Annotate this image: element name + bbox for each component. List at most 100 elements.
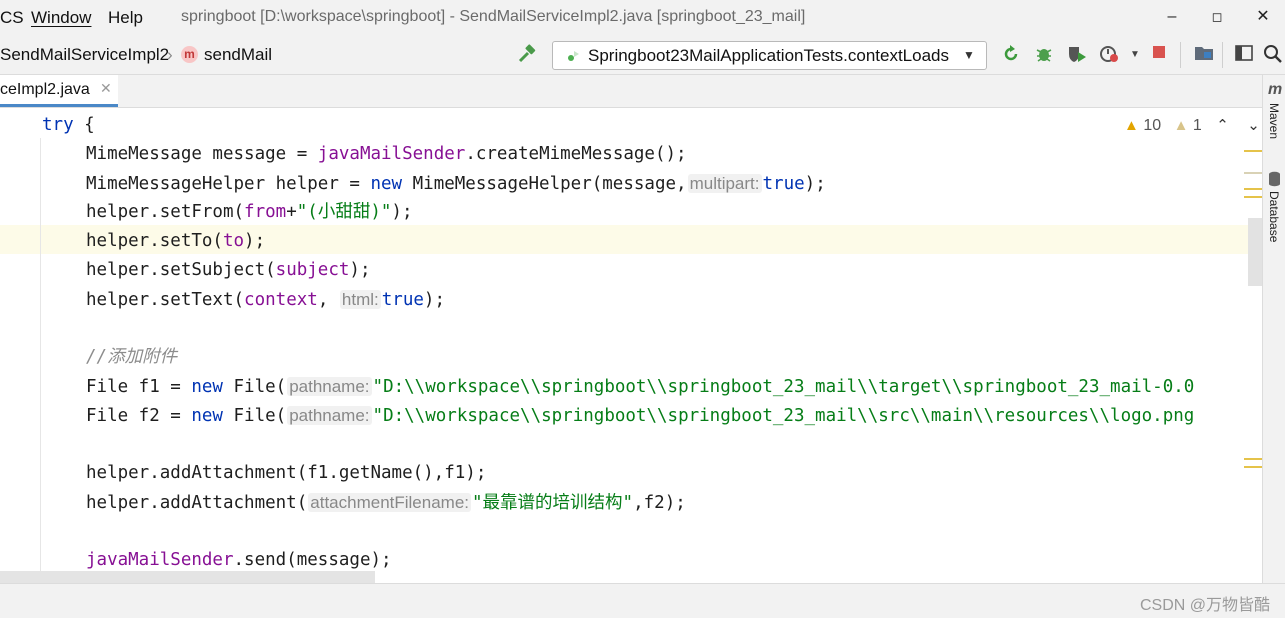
parameter-hint: attachmentFilename: bbox=[308, 493, 472, 512]
layout-icon[interactable] bbox=[1233, 44, 1255, 66]
string-literal: "D:\\workspace\\springboot\\springboot_2… bbox=[372, 406, 1195, 426]
toolbar-divider bbox=[1180, 42, 1181, 68]
maven-icon: m bbox=[1268, 81, 1283, 98]
code-text: File f2 = bbox=[86, 406, 192, 426]
maven-tool-button[interactable]: Maven bbox=[1267, 103, 1281, 139]
profile-icon[interactable] bbox=[1099, 44, 1121, 66]
code-editor[interactable]: ▲ 10 ▲ 1 ⌃ ⌄ try { MimeMessage message =… bbox=[0, 108, 1262, 583]
stop-icon[interactable] bbox=[1148, 44, 1170, 66]
code-line: helper.setFrom(from+"(小甜甜)"); bbox=[86, 198, 412, 227]
field-reference: javaMailSender bbox=[317, 144, 466, 164]
database-tool-button[interactable]: Database bbox=[1267, 191, 1281, 242]
code-text: ); bbox=[391, 202, 413, 222]
string-literal: "D:\\workspace\\springboot\\springboot_2… bbox=[372, 377, 1195, 397]
rerun-icon[interactable] bbox=[1000, 44, 1022, 66]
tab-sendmailserviceimpl2[interactable]: ceImpl2.java ✕ bbox=[0, 75, 118, 107]
warning-stripe-marker[interactable] bbox=[1244, 458, 1262, 460]
parameter-hint: html: bbox=[339, 290, 381, 309]
code-text: File( bbox=[222, 406, 287, 426]
code-text: ); bbox=[349, 260, 371, 280]
keyword: new bbox=[191, 406, 223, 426]
close-icon[interactable]: ✕ bbox=[100, 80, 112, 97]
code-text: helper.setTo( bbox=[86, 231, 223, 251]
warning-stripe-marker[interactable] bbox=[1244, 150, 1262, 152]
indent-guide bbox=[40, 138, 41, 578]
code-line: helper.setSubject(subject); bbox=[86, 256, 371, 285]
editor-tabs: ceImpl2.java ✕ bbox=[0, 75, 1262, 108]
keyword: true bbox=[762, 174, 805, 194]
parameter-hint: multipart: bbox=[687, 174, 762, 193]
warning-count: 10 bbox=[1143, 117, 1162, 134]
title-bar: CS Window Help springboot [D:\workspace\… bbox=[0, 0, 1285, 36]
search-icon[interactable] bbox=[1262, 44, 1284, 66]
menu-help[interactable]: Help bbox=[108, 8, 143, 28]
breadcrumb-method[interactable]: sendMail bbox=[204, 45, 272, 65]
chevron-down-icon: ▼ bbox=[963, 48, 975, 62]
debug-icon[interactable] bbox=[1033, 44, 1055, 66]
maximize-button[interactable]: ◻ bbox=[1197, 4, 1237, 30]
warning-icon: ▲ bbox=[1124, 117, 1139, 134]
code-text: helper.setFrom( bbox=[86, 202, 245, 222]
code-text: File f1 = bbox=[86, 377, 192, 397]
code-text: ); bbox=[244, 231, 266, 251]
code-text: helper.setSubject( bbox=[86, 260, 276, 280]
method-icon: m bbox=[181, 46, 198, 63]
keyword: new bbox=[370, 174, 403, 194]
window-title: springboot [D:\workspace\springboot] - S… bbox=[181, 8, 806, 25]
code-line: try { bbox=[42, 111, 95, 140]
weak-warning-icon: ▲ bbox=[1173, 117, 1189, 134]
hammer-icon[interactable] bbox=[516, 44, 538, 66]
profile-dropdown-icon[interactable]: ▼ bbox=[1124, 44, 1146, 66]
warning-stripe-marker[interactable] bbox=[1244, 466, 1262, 468]
run-configuration-selector[interactable]: Springboot23MailApplicationTests.context… bbox=[552, 41, 987, 70]
minimize-button[interactable]: – bbox=[1152, 4, 1192, 30]
vertical-scrollbar-thumb[interactable] bbox=[1248, 218, 1262, 286]
code-text: MimeMessageHelper(message, bbox=[402, 174, 687, 194]
weak-warning-count: 1 bbox=[1192, 117, 1202, 134]
junit-icon bbox=[565, 48, 581, 69]
code-text: MimeMessage message = bbox=[86, 144, 318, 164]
parameter-hint: pathname: bbox=[287, 406, 372, 425]
warning-stripe-marker[interactable] bbox=[1244, 188, 1262, 190]
code-comment: //添加附件 bbox=[86, 347, 178, 367]
warning-stripe-marker[interactable] bbox=[1244, 172, 1262, 174]
menu-window[interactable]: Window bbox=[31, 8, 91, 28]
database-icon bbox=[1268, 171, 1281, 192]
code-line: MimeMessageHelper helper = new MimeMessa… bbox=[86, 169, 826, 198]
parameter-hint: pathname: bbox=[287, 377, 372, 396]
warning-stripe-marker[interactable] bbox=[1244, 196, 1262, 198]
code-text: ); bbox=[804, 174, 826, 194]
field-reference: javaMailSender bbox=[86, 550, 234, 570]
keyword: true bbox=[381, 290, 424, 310]
code-text: ,f2); bbox=[633, 493, 686, 513]
previous-problem-icon[interactable]: ⌃ bbox=[1216, 117, 1229, 134]
code-text: MimeMessageHelper helper = bbox=[86, 174, 371, 194]
code-text: ); bbox=[423, 290, 445, 310]
project-structure-icon[interactable] bbox=[1193, 44, 1215, 66]
field-reference: context bbox=[244, 290, 318, 310]
code-text: , bbox=[317, 290, 329, 310]
code-text: + bbox=[286, 202, 297, 222]
toolbar-divider bbox=[1222, 42, 1223, 68]
right-tool-strip: m Maven Database bbox=[1262, 75, 1285, 583]
next-problem-icon[interactable]: ⌄ bbox=[1247, 117, 1260, 134]
horizontal-scrollbar[interactable] bbox=[0, 571, 375, 583]
code-line: helper.setTo(to); bbox=[86, 227, 265, 256]
status-bar: CSDN @万物皆酷 bbox=[0, 583, 1285, 618]
coverage-icon[interactable] bbox=[1066, 44, 1088, 66]
code-text: .createMimeMessage(); bbox=[465, 144, 687, 164]
code-text: File( bbox=[222, 377, 287, 397]
code-line: File f2 = new File(pathname: "D:\\workspa… bbox=[86, 401, 1194, 430]
code-line: helper.setText(context, html: true); bbox=[86, 285, 445, 314]
close-window-button[interactable]: ✕ bbox=[1243, 4, 1283, 30]
code-line: File f1 = new File(pathname: "D:\\workspa… bbox=[86, 372, 1194, 401]
breadcrumb-class[interactable]: SendMailServiceImpl2 bbox=[0, 45, 169, 65]
code-text: { bbox=[73, 115, 95, 135]
menu-code[interactable]: CS bbox=[0, 8, 24, 28]
problems-widget[interactable]: ▲ 10 ▲ 1 ⌃ ⌄ bbox=[1124, 116, 1260, 135]
breadcrumb-separator: › bbox=[167, 45, 173, 64]
run-configuration-label: Springboot23MailApplicationTests.context… bbox=[588, 46, 950, 65]
code-line: helper.addAttachment(f1.getName(),f1); bbox=[86, 463, 487, 483]
string-literal: "最靠谱的培训结构" bbox=[472, 493, 634, 513]
field-reference: from bbox=[244, 202, 287, 222]
